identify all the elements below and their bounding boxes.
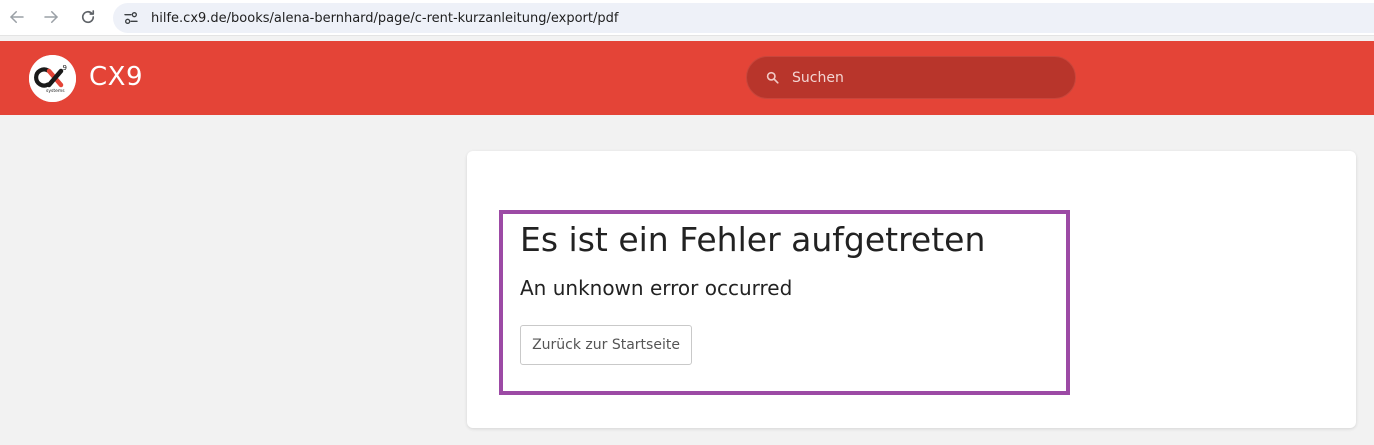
- address-bar[interactable]: hilfe.cx9.de/books/alena-bernhard/page/c…: [113, 3, 1374, 33]
- svg-text:9: 9: [63, 64, 67, 72]
- reload-icon[interactable]: [75, 4, 101, 30]
- app-title[interactable]: CX9: [89, 62, 143, 92]
- search-box[interactable]: [746, 56, 1076, 99]
- svg-text:systems: systems: [46, 88, 65, 94]
- error-message: An unknown error occurred: [520, 276, 793, 300]
- browser-toolbar: hilfe.cx9.de/books/alena-bernhard/page/c…: [0, 0, 1374, 36]
- cx9-logo[interactable]: 9 systems: [29, 55, 76, 102]
- forward-arrow-icon[interactable]: [38, 4, 64, 30]
- back-to-home-button[interactable]: Zurück zur Startseite: [520, 325, 692, 365]
- site-info-icon[interactable]: [120, 7, 142, 29]
- app-header: 9 systems CX9: [0, 41, 1374, 115]
- error-title: Es ist ein Fehler aufgetreten: [520, 220, 986, 259]
- url-text[interactable]: hilfe.cx9.de/books/alena-bernhard/page/c…: [151, 11, 618, 26]
- search-input[interactable]: [792, 69, 1052, 86]
- search-icon: [766, 71, 780, 85]
- back-arrow-icon[interactable]: [4, 4, 30, 30]
